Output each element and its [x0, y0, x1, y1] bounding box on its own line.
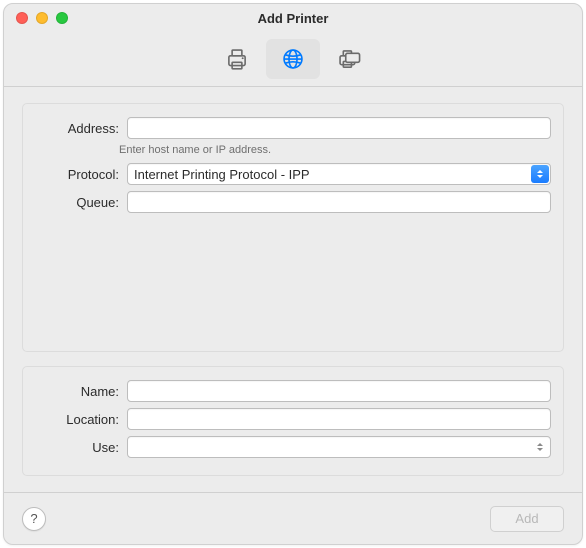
printer-icon — [224, 46, 250, 72]
queue-row: Queue: — [35, 190, 551, 214]
updown-stepper-icon — [534, 437, 546, 457]
address-row: Address: — [35, 116, 551, 140]
use-popup[interactable] — [127, 436, 551, 458]
address-input[interactable] — [127, 117, 551, 139]
window-title: Add Printer — [4, 11, 582, 26]
location-label: Location: — [35, 412, 127, 427]
protocol-row: Protocol: Internet Printing Protocol - I… — [35, 162, 551, 186]
updown-stepper-icon — [531, 165, 549, 183]
footer: ? Add — [4, 492, 582, 544]
protocol-label: Protocol: — [35, 167, 127, 182]
address-hint: Enter host name or IP address. — [119, 144, 271, 156]
name-input[interactable] — [127, 380, 551, 402]
connection-panel: Address: Enter host name or IP address. … — [22, 103, 564, 352]
location-input[interactable] — [127, 408, 551, 430]
printer-source-segmented-control — [210, 39, 376, 79]
tab-windows-printer[interactable] — [322, 39, 376, 79]
toolbar — [4, 32, 582, 87]
details-panel: Name: Location: Use: — [22, 366, 564, 476]
add-button-label: Add — [515, 511, 538, 526]
shared-printer-icon — [336, 46, 362, 72]
protocol-value: Internet Printing Protocol - IPP — [134, 167, 526, 182]
content-area: Address: Enter host name or IP address. … — [4, 87, 582, 492]
tab-default-printer[interactable] — [210, 39, 264, 79]
titlebar: Add Printer — [4, 4, 582, 32]
help-icon: ? — [30, 511, 37, 526]
name-label: Name: — [35, 384, 127, 399]
address-label: Address: — [35, 121, 127, 136]
protocol-popup[interactable]: Internet Printing Protocol - IPP — [127, 163, 551, 185]
address-hint-row: Enter host name or IP address. — [35, 144, 551, 156]
name-row: Name: — [35, 379, 551, 403]
tab-ip-printer[interactable] — [266, 39, 320, 79]
location-row: Location: — [35, 407, 551, 431]
add-printer-window: Add Printer — [3, 3, 583, 545]
help-button[interactable]: ? — [22, 507, 46, 531]
queue-label: Queue: — [35, 195, 127, 210]
use-row: Use: — [35, 435, 551, 459]
globe-icon — [280, 46, 306, 72]
queue-input[interactable] — [127, 191, 551, 213]
use-label: Use: — [35, 440, 127, 455]
add-button[interactable]: Add — [490, 506, 564, 532]
